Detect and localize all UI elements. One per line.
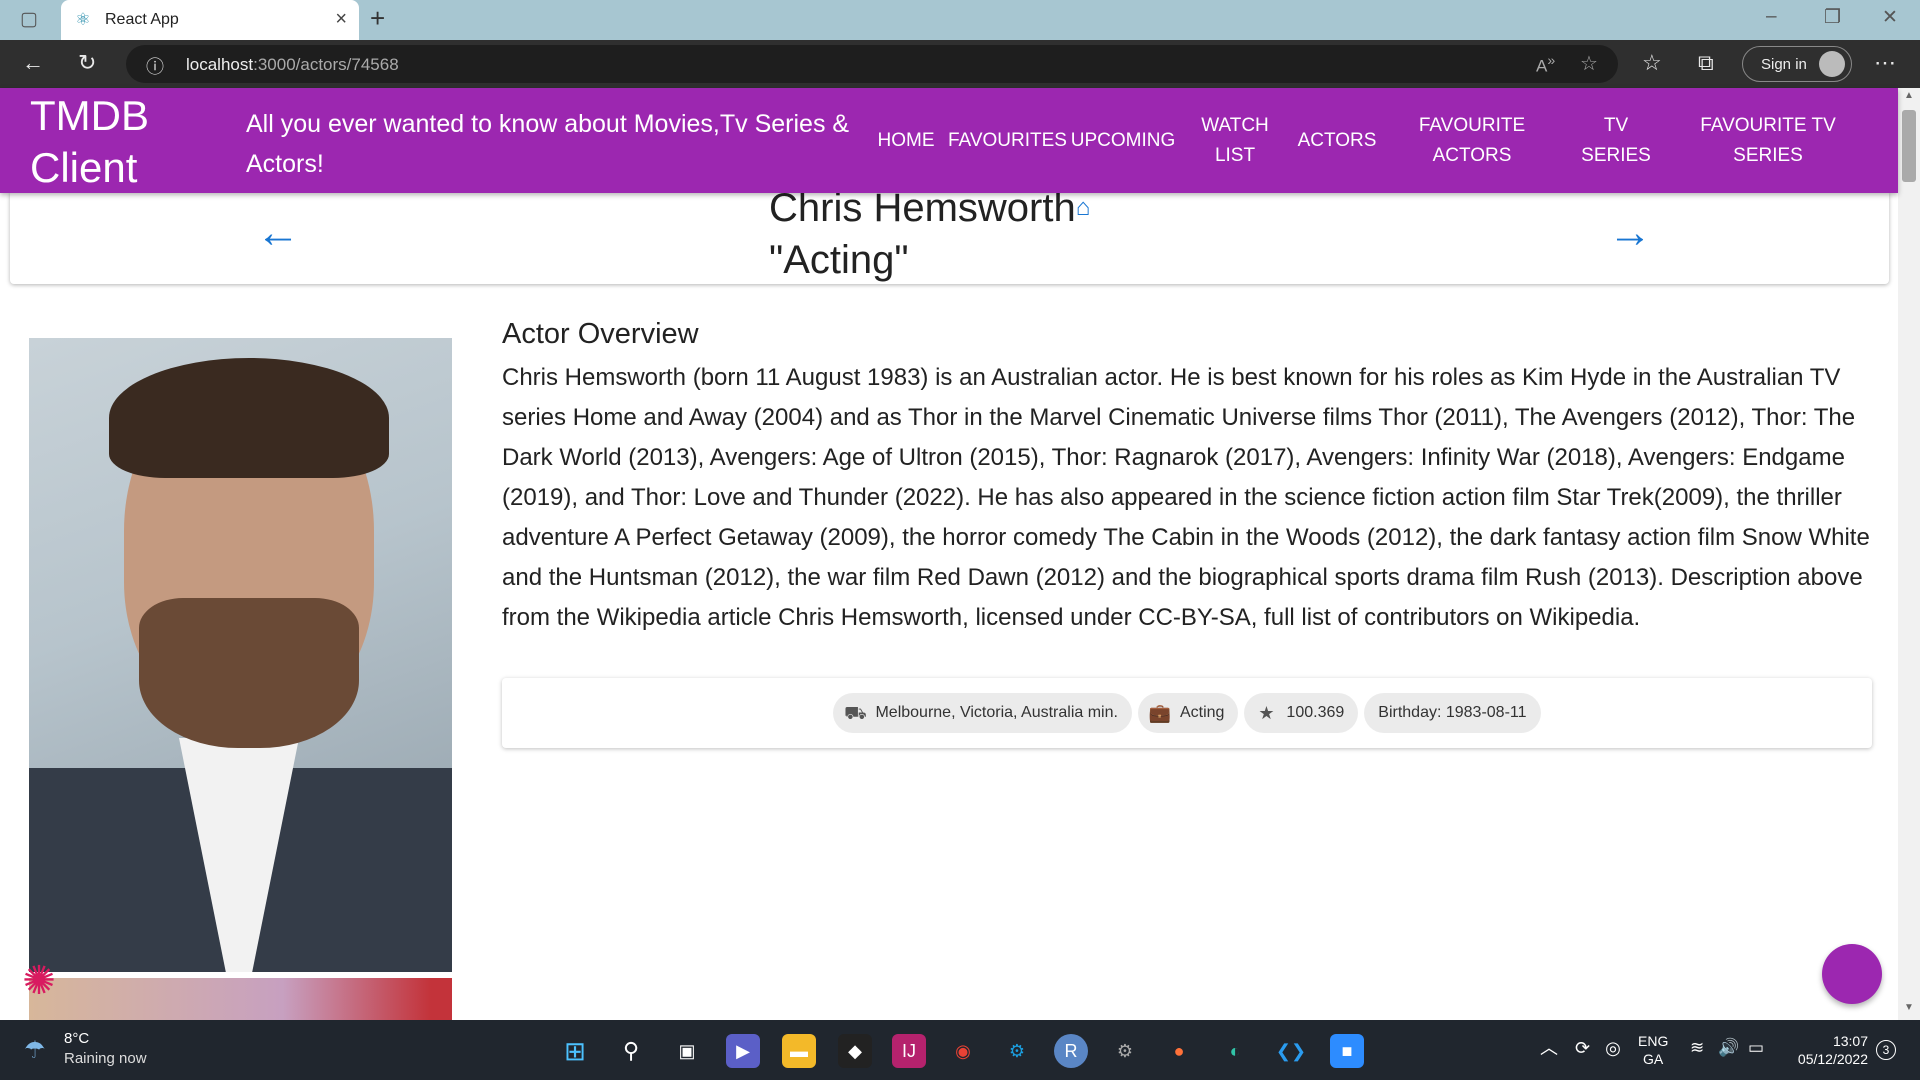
nav-watch-list[interactable]: WATCH LIST [1190, 111, 1280, 171]
lang-1: ENG [1638, 1033, 1669, 1049]
star-icon: ★ [1258, 703, 1275, 723]
close-tab-icon[interactable]: × [335, 8, 347, 31]
nav-upcoming[interactable]: UPCOMING [1070, 126, 1176, 156]
chrome-icon[interactable]: ◉ [946, 1034, 980, 1068]
nav-home[interactable]: HOME [876, 126, 936, 156]
nav-tv-series[interactable]: TV SERIES [1576, 111, 1656, 171]
briefcase-icon: 💼 [1148, 703, 1172, 723]
notification-badge[interactable]: 3 [1876, 1040, 1896, 1060]
search-icon[interactable]: ⚲ [614, 1034, 648, 1068]
nav-actors[interactable]: ACTORS [1294, 126, 1380, 156]
zoom-icon[interactable]: ■ [1330, 1034, 1364, 1068]
next-arrow-icon[interactable]: → [1608, 208, 1652, 258]
restore-icon[interactable]: ❐ [1824, 6, 1841, 29]
browser-tab[interactable]: ⚛ React App × [61, 0, 359, 40]
volume-icon[interactable]: 🔊 [1718, 1038, 1739, 1058]
tagline: All you ever wanted to know about Movies… [246, 110, 850, 178]
actor-title-card: ← Chris Hemsworth⌂ "Acting" → [10, 186, 1889, 284]
taskbar: ☂ 8°C Raining now ⊞ ⚲ ▣ ▶ ▬ ◆ IJ ◉ ⚙ R ⚙… [0, 1020, 1920, 1080]
popularity-label: 100.369 [1286, 704, 1345, 721]
intellij-icon[interactable]: IJ [892, 1034, 926, 1068]
firefox-icon[interactable]: ● [1162, 1034, 1196, 1068]
weather-temp: 8°C [64, 1030, 90, 1047]
react-devtools-icon[interactable]: ✺ [14, 958, 64, 1004]
home-icon[interactable]: ⌂ [1076, 194, 1091, 221]
nav-favourite-tv-series[interactable]: FAVOURITE TV SERIES [1690, 111, 1846, 171]
time: 13:07 [1832, 1033, 1868, 1049]
steam-icon[interactable]: ⚙ [1000, 1034, 1034, 1068]
vscode-icon[interactable]: ❮❯ [1274, 1034, 1308, 1068]
clock[interactable]: 13:07 05/12/2022 [1780, 1032, 1868, 1068]
location-icon: ⛟ [844, 703, 867, 723]
task-view-icon[interactable]: ▣ [670, 1034, 704, 1068]
back-icon[interactable]: ← [22, 50, 44, 76]
page-scrollbar[interactable]: ▲ ▼ [1898, 88, 1920, 1020]
known-for-label: Acting [1179, 704, 1225, 721]
birthday-chip: Birthday: 1983-08-11 [1364, 693, 1541, 733]
previous-arrow-icon[interactable]: ← [256, 208, 300, 258]
actor-photo-secondary [29, 978, 452, 1020]
info-icon[interactable]: ⓘ [146, 53, 164, 79]
r-icon[interactable]: R [1054, 1034, 1088, 1068]
actor-department: "Acting" [769, 238, 909, 282]
wifi-icon[interactable]: ≋ [1690, 1038, 1704, 1058]
scroll-down-icon[interactable]: ▼ [1904, 1002, 1914, 1013]
edge-icon[interactable]: ◐ [1218, 1034, 1252, 1068]
minimize-icon[interactable]: – [1766, 6, 1777, 28]
refresh-icon[interactable]: ↻ [78, 50, 96, 76]
birthplace-label: Melbourne, Victoria, Australia min. [875, 704, 1118, 721]
settings-icon[interactable]: ⚙ [1108, 1034, 1142, 1068]
read-aloud-icon[interactable]: A» [1536, 53, 1555, 77]
scroll-up-icon[interactable]: ▲ [1904, 90, 1914, 101]
more-menu-icon[interactable]: ⋯ [1874, 50, 1896, 76]
file-explorer-icon[interactable]: ▬ [782, 1034, 816, 1068]
actor-photo [29, 338, 452, 972]
react-favicon-icon: ⚛ [75, 10, 91, 29]
nav-favourites[interactable]: FAVOURITES [948, 126, 1067, 156]
popularity-chip: ★ 100.369 [1244, 693, 1359, 733]
address-bar[interactable]: ⓘ localhost:3000/actors/74568 A» ☆ [126, 45, 1618, 83]
battery-icon[interactable]: ▭ [1748, 1038, 1764, 1058]
brand-title: TMDB Client [30, 92, 149, 191]
close-window-icon[interactable]: ✕ [1882, 6, 1898, 29]
known-for-chip: 💼 Acting [1137, 693, 1239, 733]
start-icon[interactable]: ⊞ [558, 1034, 592, 1068]
sign-in-label: Sign in [1761, 56, 1807, 73]
weather-desc: Raining now [64, 1050, 147, 1067]
chevron-up-icon[interactable]: ︿ [1540, 1038, 1558, 1058]
overview-text: Chris Hemsworth (born 11 August 1983) is… [502, 364, 1870, 631]
sync-icon[interactable]: ⟳ [1575, 1038, 1590, 1058]
actor-name-heading: Chris Hemsworth⌂ "Acting" [769, 182, 1090, 286]
collections-icon[interactable]: ⧉ [1698, 50, 1714, 76]
favorites-icon[interactable]: ☆ [1642, 50, 1662, 76]
scrollbar-thumb[interactable] [1902, 110, 1916, 182]
lang-2: GA [1643, 1051, 1664, 1067]
overview-title: Actor Overview [502, 318, 699, 350]
avatar [1819, 51, 1845, 77]
app-header: TMDB Client All you ever wanted to know … [0, 88, 1898, 193]
actor-details-box: ⛟ Melbourne, Victoria, Australia min. 💼 Ac… [502, 678, 1872, 748]
birthplace-chip: ⛟ Melbourne, Victoria, Australia min. [833, 693, 1132, 733]
browser-toolbar: ← ↻ ⓘ localhost:3000/actors/74568 A» ☆ ☆… [0, 40, 1920, 88]
tab-actions-icon[interactable]: ▢ [20, 8, 38, 31]
birthday-label: Birthday: 1983-08-11 [1378, 704, 1527, 721]
add-favorite-icon[interactable]: ☆ [1580, 51, 1598, 76]
browser-tab-strip: ▢ ⚛ React App × + – ❐ ✕ [0, 0, 1920, 40]
tab-title: React App [105, 11, 179, 28]
floating-action-button[interactable] [1822, 944, 1882, 1004]
new-tab-icon[interactable]: + [370, 3, 385, 34]
sign-in-button[interactable]: Sign in [1742, 46, 1852, 82]
system-tray: ︿ ⟳ ◎ [1540, 1034, 1621, 1060]
steam-tray-icon[interactable]: ◎ [1605, 1038, 1621, 1058]
terminal-icon[interactable]: ◆ [838, 1034, 872, 1068]
date: 05/12/2022 [1797, 1051, 1868, 1067]
url-text: localhost:3000/actors/74568 [186, 55, 399, 74]
nav-favourite-actors[interactable]: FAVOURITE ACTORS [1400, 111, 1544, 171]
teams-icon[interactable]: ▶ [726, 1034, 760, 1068]
rain-icon: ☂ [24, 1037, 46, 1064]
language-indicator[interactable]: ENG GA [1638, 1032, 1668, 1068]
